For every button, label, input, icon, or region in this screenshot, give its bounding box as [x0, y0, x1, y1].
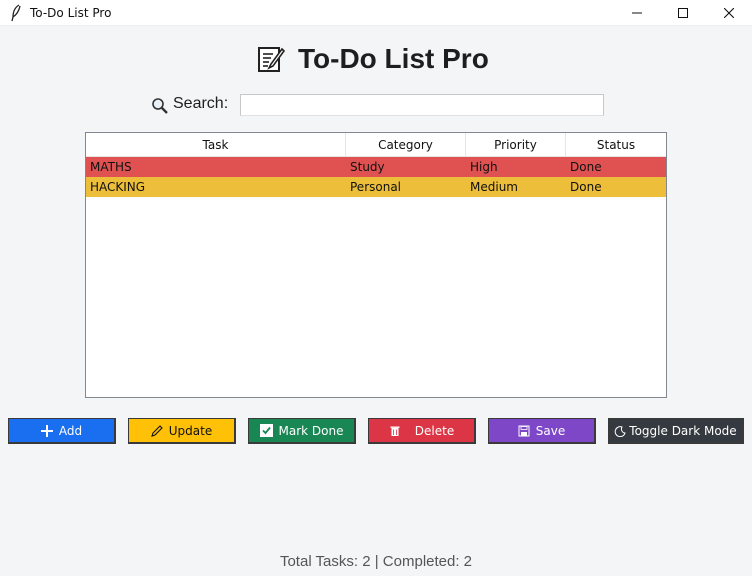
- toggle-dark-mode-button-label: Toggle Dark Mode: [629, 423, 737, 438]
- save-button[interactable]: Save: [488, 418, 596, 444]
- plus-icon: [40, 424, 53, 437]
- save-button-label: Save: [535, 423, 566, 438]
- column-header-task[interactable]: Task: [86, 133, 346, 157]
- window-titlebar: To-Do List Pro: [0, 0, 752, 26]
- memo-icon: [258, 47, 286, 72]
- priority-cell: High: [470, 160, 498, 174]
- page-header: To-Do List Pro: [256, 40, 489, 78]
- add-button-label: Add: [58, 423, 83, 438]
- mark-done-button[interactable]: Mark Done: [248, 418, 356, 444]
- category-cell: Study: [350, 160, 385, 174]
- table-header: Task Category Priority Status: [86, 133, 666, 157]
- update-button-label: Update: [168, 423, 213, 438]
- close-button[interactable]: [706, 0, 752, 26]
- minimize-button[interactable]: [614, 0, 660, 26]
- feather-icon: [11, 4, 21, 22]
- table-row[interactable]: MATHS Study High Done: [86, 157, 666, 177]
- task-cell: HACKING: [90, 180, 146, 194]
- task-table[interactable]: Task Category Priority Status MATHS Stud…: [85, 132, 667, 398]
- moon-icon: [615, 425, 626, 437]
- column-header-status[interactable]: Status: [566, 133, 666, 157]
- search-input[interactable]: [240, 94, 604, 116]
- search-label: Search:: [173, 95, 229, 112]
- window-title: To-Do List Pro: [30, 6, 112, 20]
- add-button[interactable]: Add: [8, 418, 116, 444]
- maximize-button[interactable]: [660, 0, 706, 26]
- maximize-icon: [678, 8, 688, 18]
- close-icon: [724, 8, 734, 18]
- page-title: To-Do List Pro: [298, 43, 489, 74]
- task-summary: Total Tasks: 2 | Completed: 2: [279, 553, 473, 570]
- column-header-category[interactable]: Category: [346, 133, 466, 157]
- minimize-icon: [632, 12, 642, 14]
- mark-done-button-label: Mark Done: [278, 423, 344, 438]
- pencil-icon: [150, 424, 163, 437]
- toggle-dark-mode-button[interactable]: Toggle Dark Mode: [608, 418, 744, 444]
- status-cell: Done: [570, 160, 602, 174]
- floppy-disk-icon: [518, 425, 530, 436]
- trash-icon: [390, 426, 400, 436]
- table-row[interactable]: HACKING Personal Medium Done: [86, 177, 666, 197]
- status-cell: Done: [570, 180, 602, 194]
- search-icon: [152, 98, 168, 114]
- column-header-priority[interactable]: Priority: [466, 133, 566, 157]
- delete-button[interactable]: Delete: [368, 418, 476, 444]
- priority-cell: Medium: [470, 180, 518, 194]
- task-cell: MATHS: [90, 160, 132, 174]
- delete-button-label: Delete: [414, 423, 455, 438]
- update-button[interactable]: Update: [128, 418, 236, 444]
- category-cell: Personal: [350, 180, 402, 194]
- checkbox-icon: [259, 424, 273, 437]
